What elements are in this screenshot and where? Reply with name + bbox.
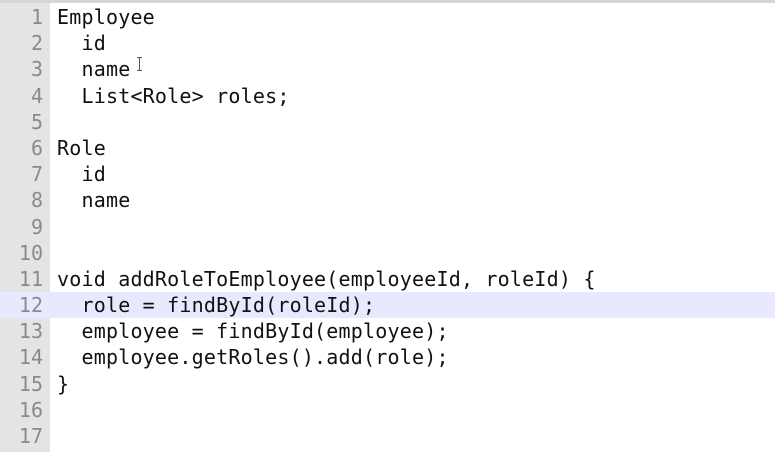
line-text[interactable]: name — [57, 187, 130, 213]
line-text[interactable]: id — [57, 30, 106, 56]
code-line-13[interactable]: 13 employee = findById(employee); — [0, 318, 775, 344]
code-line-2[interactable]: 2 id — [0, 30, 775, 56]
code-line-17[interactable]: 17 — [0, 423, 775, 449]
code-line-11[interactable]: 11 void addRoleToEmployee(employeeId, ro… — [0, 266, 775, 292]
line-number: 7 — [30, 162, 43, 187]
line-number: 17 — [18, 424, 43, 448]
line-text[interactable]: employee = findById(employee); — [57, 318, 449, 344]
code-line-14[interactable]: 14 employee.getRoles().add(role); — [0, 344, 775, 370]
text-cursor-icon — [137, 57, 142, 71]
line-number: 2 — [30, 31, 43, 56]
line-number: 8 — [30, 188, 43, 213]
code-editor[interactable]: 1 Employee 2 id 3 name 4 List<Role> role… — [0, 0, 775, 452]
code-lines[interactable]: 1 Employee 2 id 3 name 4 List<Role> role… — [0, 4, 775, 449]
line-number: 13 — [18, 319, 43, 344]
line-text[interactable]: List<Role> roles; — [57, 83, 290, 109]
line-number: 6 — [30, 135, 43, 160]
code-line-8[interactable]: 8 name — [0, 187, 775, 213]
line-number: 3 — [30, 57, 43, 82]
line-text[interactable]: id — [57, 161, 106, 187]
line-number: 14 — [18, 345, 43, 370]
line-number: 16 — [18, 397, 43, 422]
code-line-7[interactable]: 7 id — [0, 161, 775, 187]
line-number: 9 — [30, 214, 43, 239]
code-line-6[interactable]: 6 Role — [0, 135, 775, 161]
code-line-4[interactable]: 4 List<Role> roles; — [0, 83, 775, 109]
code-line-15[interactable]: 15 } — [0, 371, 775, 397]
line-text[interactable]: name — [57, 56, 130, 82]
line-text[interactable]: void addRoleToEmployee(employeeId, roleI… — [57, 266, 596, 292]
line-number: 10 — [18, 240, 43, 265]
line-text[interactable]: Employee — [57, 4, 155, 30]
line-number: 4 — [30, 83, 43, 108]
code-line-1[interactable]: 1 Employee — [0, 4, 775, 30]
line-number: 5 — [30, 109, 43, 134]
code-line-10[interactable]: 10 — [0, 240, 775, 266]
code-line-3[interactable]: 3 name — [0, 56, 775, 82]
code-line-5[interactable]: 5 — [0, 109, 775, 135]
line-text[interactable]: employee.getRoles().add(role); — [57, 344, 449, 370]
line-number: 11 — [18, 266, 43, 291]
line-number: 1 — [30, 5, 43, 29]
editor-top-border — [0, 0, 775, 3]
line-text[interactable]: role = findById(roleId); — [57, 292, 375, 318]
code-line-16[interactable]: 16 — [0, 397, 775, 423]
line-number: 12 — [18, 293, 43, 318]
line-number: 15 — [18, 371, 43, 396]
line-text[interactable]: Role — [57, 135, 106, 161]
code-line-12-current[interactable]: 12 role = findById(roleId); — [0, 292, 775, 319]
line-text[interactable]: } — [57, 371, 69, 397]
code-line-9[interactable]: 9 — [0, 214, 775, 240]
